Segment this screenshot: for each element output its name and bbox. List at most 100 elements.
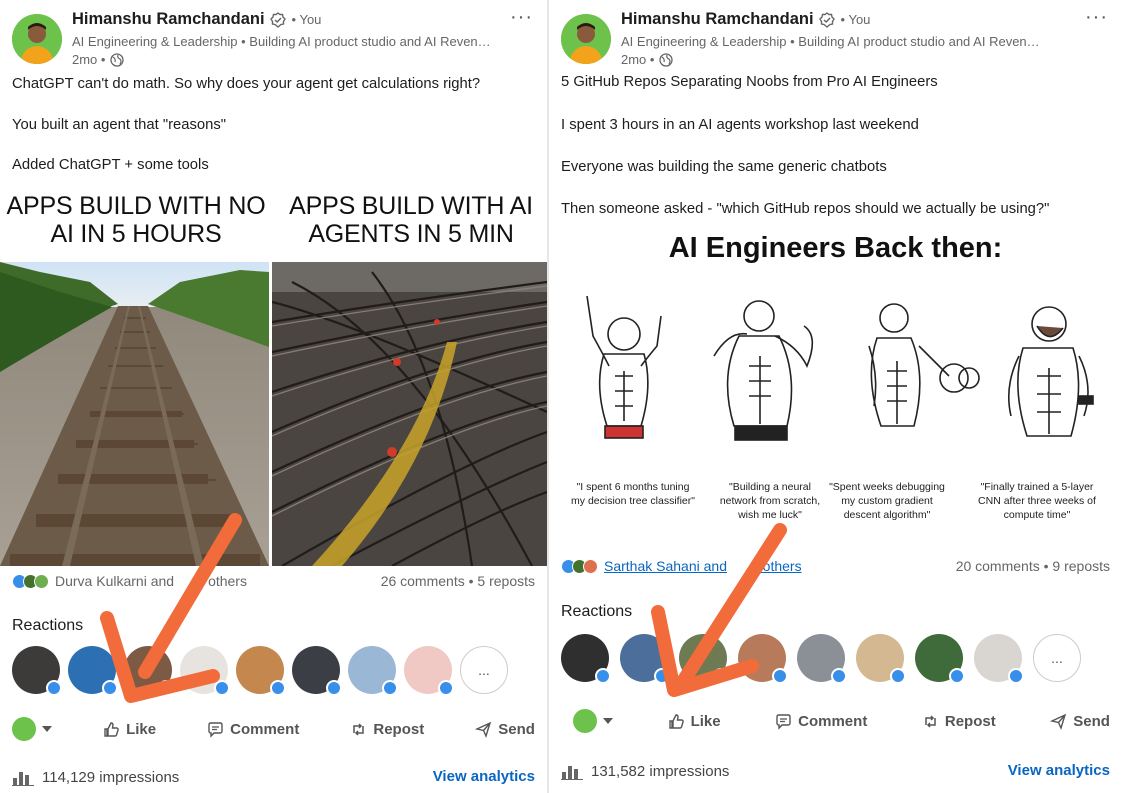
reactor-avatar[interactable]: [797, 634, 847, 684]
my-avatar: [12, 717, 36, 741]
like-badge-icon: [890, 668, 906, 684]
reaction-icons[interactable]: [12, 573, 49, 589]
reactors-summary-tail[interactable]: 1 others: [751, 558, 802, 574]
like-badge-icon: [270, 680, 286, 696]
meme-quote: "Spent weeks debugging my custom gradien…: [829, 481, 945, 522]
reactor-avatar[interactable]: [974, 634, 1024, 684]
like-badge-icon: [595, 668, 611, 684]
repost-button[interactable]: Repost: [350, 721, 424, 738]
post-text-line: 5 GitHub Repos Separating Noobs from Pro…: [561, 74, 938, 90]
muscular-figures-illustration: [586, 295, 1094, 441]
repost-label: Repost: [373, 720, 425, 738]
like-label: Like: [126, 720, 157, 738]
comments-reposts[interactable]: 20 comments • 9 reposts: [956, 558, 1110, 574]
like-button[interactable]: Like: [668, 713, 721, 730]
comment-label: Comment: [798, 712, 868, 730]
author-avatar[interactable]: [561, 14, 611, 64]
reactor-avatar[interactable]: [620, 634, 670, 684]
post-text-line: Everyone was building the same generic c…: [561, 159, 887, 175]
meme-quote: "I spent 6 months tuning my decision tre…: [571, 481, 695, 508]
meme-quote: "Building a neural network from scratch,…: [719, 481, 821, 522]
comment-button[interactable]: Comment: [775, 713, 867, 730]
send-icon: [1050, 713, 1067, 730]
reactor-avatar[interactable]: [236, 646, 286, 696]
like-badge-icon: [772, 668, 788, 684]
reactor-avatar[interactable]: [404, 646, 454, 696]
you-label: • You: [291, 12, 322, 27]
meme-caption-right: APPS BUILD WITH AI AGENTS IN 5 MIN: [289, 192, 533, 248]
view-analytics-link[interactable]: View analytics: [1008, 762, 1110, 779]
like-badge-icon: [713, 668, 729, 684]
more-reactors-button[interactable]: ...: [460, 646, 508, 694]
more-options-icon[interactable]: ···: [510, 6, 533, 29]
author-headline: AI Engineering & Leadership • Building A…: [621, 34, 1041, 49]
reactor-avatar[interactable]: [679, 634, 729, 684]
post-text-line: Added ChatGPT + some tools: [12, 157, 209, 173]
post-footer: 131,582 impressions View analytics: [561, 762, 1110, 784]
reactors-summary[interactable]: Durva Kulkarni and: [55, 573, 174, 589]
send-button[interactable]: Send: [475, 721, 535, 738]
like-badge-icon: [1008, 668, 1024, 684]
reactor-avatar[interactable]: [561, 634, 611, 684]
reactor-avatars: ...: [12, 646, 516, 696]
reactor-avatar[interactable]: [12, 646, 62, 696]
like-badge-icon: [214, 680, 230, 696]
view-analytics-link[interactable]: View analytics: [433, 768, 535, 785]
like-badge-icon: [831, 668, 847, 684]
like-badge-icon: [949, 668, 965, 684]
action-bar: Like Comment Repost Send: [12, 714, 535, 744]
post-card-right: Himanshu Ramchandani • You AI Engineerin…: [549, 0, 1122, 793]
love-reaction-icon: [583, 558, 598, 574]
reactor-avatar[interactable]: [856, 634, 906, 684]
author-name[interactable]: Himanshu Ramchandani: [72, 10, 265, 29]
post-image[interactable]: AI Engineers Back then: "I spent 6 month…: [549, 228, 1122, 546]
comment-button[interactable]: Comment: [207, 721, 299, 738]
comment-label: Comment: [230, 720, 300, 738]
reactor-avatar[interactable]: [180, 646, 230, 696]
reactor-avatar[interactable]: [124, 646, 174, 696]
globe-icon: [110, 52, 125, 67]
thumbs-up-icon: [104, 721, 119, 737]
like-badge-icon: [46, 680, 62, 696]
reactor-avatar[interactable]: [348, 646, 398, 696]
reactors-summary-tail[interactable]: others: [208, 573, 247, 589]
reactors-summary[interactable]: Sarthak Sahani and: [604, 558, 727, 574]
post-text-line: I spent 3 hours in an AI agents workshop…: [561, 117, 919, 133]
reactions-heading: Reactions: [12, 617, 84, 634]
post-header: Himanshu Ramchandani • You AI Engineerin…: [561, 6, 1112, 67]
verified-icon: [269, 11, 286, 28]
post-text-line: ChatGPT can't do math. So why does your …: [12, 76, 481, 92]
like-button[interactable]: Like: [103, 721, 156, 738]
more-options-icon[interactable]: ···: [1085, 6, 1108, 29]
meme-quote: "Finally trained a 5-layer CNN after thr…: [978, 481, 1096, 522]
reactor-avatar[interactable]: [915, 634, 965, 684]
send-icon: [475, 721, 492, 738]
post-time: 2mo •: [621, 52, 655, 67]
comments-reposts[interactable]: 26 comments • 5 reposts: [381, 573, 535, 589]
more-reactors-button[interactable]: ...: [1033, 634, 1081, 682]
post-header: Himanshu Ramchandani • You AI Engineerin…: [12, 6, 537, 67]
like-badge-icon: [326, 680, 342, 696]
post-footer: 114,129 impressions View analytics: [12, 768, 535, 790]
post-image[interactable]: APPS BUILD WITH NO AI IN 5 HOURS APPS BU…: [0, 192, 547, 566]
reactor-avatar[interactable]: [292, 646, 342, 696]
author-avatar[interactable]: [12, 14, 62, 64]
reactor-avatar[interactable]: [738, 634, 788, 684]
meme-title: AI Engineers Back then:: [668, 232, 1003, 264]
repost-label: Repost: [944, 712, 996, 730]
send-button[interactable]: Send: [1050, 713, 1110, 730]
chevron-down-icon: [42, 726, 52, 732]
author-name[interactable]: Himanshu Ramchandani: [621, 10, 814, 29]
repost-button[interactable]: Repost: [922, 713, 996, 730]
reaction-identity-selector[interactable]: [573, 709, 613, 733]
comment-icon: [208, 721, 223, 738]
repost-icon: [353, 722, 365, 736]
analytics-bar-icon: [12, 772, 34, 786]
reaction-icons[interactable]: [561, 558, 598, 574]
like-badge-icon: [102, 680, 118, 696]
send-label: Send: [1073, 712, 1110, 730]
chevron-down-icon: [603, 718, 613, 724]
reactor-avatar[interactable]: [68, 646, 118, 696]
reaction-identity-selector[interactable]: [12, 717, 52, 741]
impressions-count: 114,129 impressions: [42, 768, 180, 786]
